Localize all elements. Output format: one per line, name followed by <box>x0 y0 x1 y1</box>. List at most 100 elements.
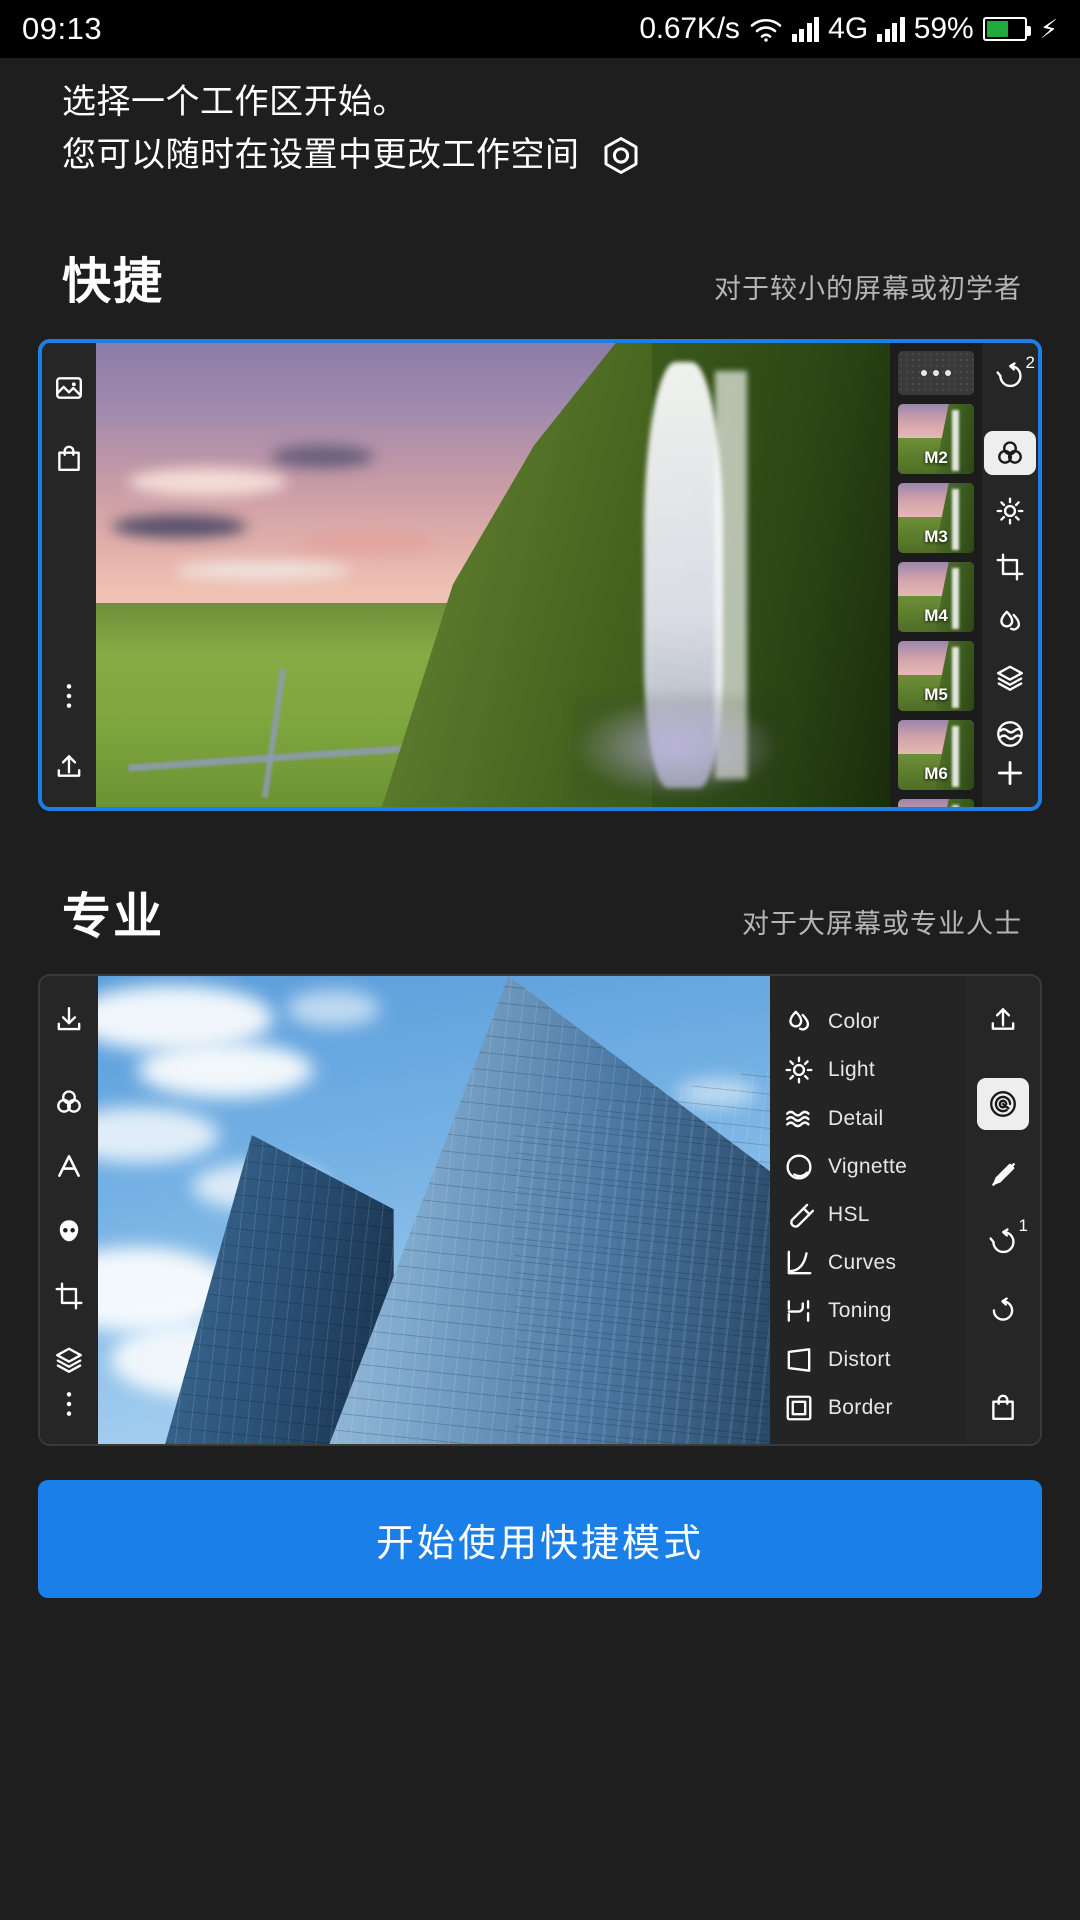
section-title-pro: 专业 <box>62 890 165 944</box>
section-header-pro: 专业 对于大屏幕或专业人士 <box>0 877 1080 948</box>
export-upload-icon[interactable] <box>980 996 1026 1042</box>
menu-label: HSL <box>828 1202 870 1226</box>
preset-thumb[interactable]: M6 <box>898 720 974 790</box>
menu-item-hsl[interactable]: HSL <box>784 1191 966 1239</box>
preset-thumb[interactable]: M5 <box>898 641 974 711</box>
status-bar: 09:13 0.67K/s 4G 59% ⚡ <box>0 0 1080 58</box>
text-icon[interactable] <box>46 1144 92 1188</box>
menu-label: Vignette <box>828 1154 908 1178</box>
layers-icon[interactable] <box>987 658 1033 698</box>
preset-thumb[interactable]: M4 <box>898 562 974 632</box>
battery-icon <box>982 17 1031 41</box>
section-title-quick: 快捷 <box>62 255 165 309</box>
menu-label: Toning <box>828 1299 892 1323</box>
menu-label: Distort <box>828 1347 891 1371</box>
history-undo-icon[interactable]: 1 <box>980 1216 1028 1266</box>
signal-bars-icon-2 <box>877 16 905 42</box>
retouch-brush-icon[interactable] <box>980 1152 1026 1198</box>
detail-waves-icon[interactable] <box>987 714 1033 754</box>
quick-left-rail <box>42 343 96 807</box>
history-badge: 1 <box>1018 1216 1028 1235</box>
download-icon[interactable] <box>46 998 92 1042</box>
workspace-card-quick[interactable]: M2 M3 M4 M5 M6 2 <box>38 339 1042 811</box>
crop-icon[interactable] <box>987 547 1033 587</box>
preset-thumb[interactable]: M3 <box>898 483 974 553</box>
quick-preview-image <box>96 343 890 807</box>
curves-icon <box>784 1248 814 1278</box>
layers-icon[interactable] <box>46 1338 92 1382</box>
wifi-icon <box>749 16 783 42</box>
hex-nut-settings-icon[interactable] <box>598 133 644 179</box>
menu-item-toning[interactable]: Toning <box>784 1287 966 1335</box>
menu-label: Border <box>828 1395 893 1419</box>
battery-percent: 59% <box>913 12 974 45</box>
menu-item-distort[interactable]: Distort <box>784 1336 966 1384</box>
export-upload-icon[interactable] <box>46 743 92 789</box>
preset-thumb-partial[interactable] <box>898 799 974 807</box>
light-sun-icon <box>784 1055 814 1085</box>
menu-label: Curves <box>828 1251 897 1275</box>
toning-icon <box>784 1296 814 1326</box>
quick-presets-strip[interactable]: M2 M3 M4 M5 M6 <box>890 343 982 807</box>
section-subtitle-pro: 对于大屏幕或专业人士 <box>742 909 1022 939</box>
signal-bars-icon <box>791 16 820 42</box>
detail-waves-icon <box>784 1104 814 1134</box>
light-sun-icon[interactable] <box>987 491 1033 531</box>
color-wheel-icon[interactable] <box>46 1080 92 1124</box>
menu-label: Color <box>828 1010 880 1034</box>
section-subtitle-quick: 对于较小的屏幕或初学者 <box>714 274 1022 304</box>
header-line-2: 您可以随时在设置中更改工作空间 <box>62 129 1080 182</box>
preset-label: M5 <box>924 685 948 704</box>
menu-item-light[interactable]: Light <box>784 1046 966 1094</box>
shopping-bag-icon[interactable] <box>980 1384 1026 1430</box>
preset-label: M4 <box>924 606 948 625</box>
status-time: 09:13 <box>22 11 103 46</box>
cta-container: 开始使用快捷模式 <box>0 1446 1080 1598</box>
water-drops-icon <box>784 1007 814 1037</box>
pro-preview-image <box>98 976 770 1444</box>
vignette-icon <box>784 1152 814 1182</box>
menu-item-color[interactable]: Color <box>784 998 966 1046</box>
water-drops-icon[interactable] <box>987 603 1033 643</box>
header-text-2: 您可以随时在设置中更改工作空间 <box>62 136 580 174</box>
section-header-quick: 快捷 对于较小的屏幕或初学者 <box>0 242 1080 313</box>
distort-icon <box>784 1345 814 1375</box>
image-icon[interactable] <box>46 365 92 411</box>
menu-label: Detail <box>828 1106 884 1130</box>
preset-label: M3 <box>924 527 948 546</box>
menu-item-border[interactable]: Border <box>784 1384 966 1432</box>
workspace-card-pro[interactable]: Color Light Detail Vignette HSL Curves T… <box>38 974 1042 1446</box>
status-indicators: 0.67K/s 4G 59% ⚡ <box>639 12 1058 46</box>
reset-icon[interactable] <box>980 1288 1026 1334</box>
color-wheel-icon[interactable] <box>984 430 1036 476</box>
more-vertical-icon[interactable] <box>46 673 92 719</box>
quick-right-rail: 2 <box>982 343 1038 807</box>
menu-item-vignette[interactable]: Vignette <box>784 1143 966 1191</box>
more-vertical-icon[interactable] <box>46 1382 92 1426</box>
charging-bolt-icon: ⚡ <box>1039 14 1058 44</box>
header-text-1: 选择一个工作区开始。 <box>62 83 407 121</box>
crop-icon[interactable] <box>46 1274 92 1318</box>
start-quick-mode-button[interactable]: 开始使用快捷模式 <box>38 1480 1042 1598</box>
menu-item-detail[interactable]: Detail <box>784 1094 966 1142</box>
shopping-bag-icon[interactable] <box>46 435 92 481</box>
history-undo-icon[interactable]: 2 <box>987 353 1035 397</box>
preset-thumb[interactable]: M2 <box>898 404 974 474</box>
hsl-icon <box>784 1200 814 1230</box>
preset-label: M6 <box>924 764 948 783</box>
header: 选择一个工作区开始。 您可以随时在设置中更改工作空间 <box>0 58 1080 182</box>
selective-spiral-icon[interactable] <box>977 1078 1029 1130</box>
plus-icon[interactable] <box>987 753 1033 793</box>
menu-label: Light <box>828 1058 876 1082</box>
pro-adjustment-menu[interactable]: Color Light Detail Vignette HSL Curves T… <box>770 976 966 1444</box>
header-line-1: 选择一个工作区开始。 <box>62 76 1080 129</box>
preset-more-button[interactable] <box>898 351 974 395</box>
network-speed: 0.67K/s <box>639 12 740 45</box>
pro-right-rail: 1 <box>966 976 1040 1444</box>
menu-item-curves[interactable]: Curves <box>784 1239 966 1287</box>
preset-label: M2 <box>924 448 948 467</box>
pro-left-rail <box>40 976 98 1444</box>
network-type: 4G <box>828 12 869 45</box>
portrait-face-icon[interactable] <box>46 1209 92 1253</box>
history-badge: 2 <box>1025 353 1035 372</box>
